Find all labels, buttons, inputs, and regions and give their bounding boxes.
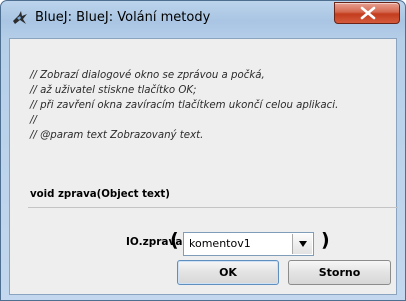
chevron-down-icon: [299, 241, 307, 247]
dropdown-button[interactable]: [292, 234, 312, 254]
cancel-button[interactable]: Storno: [288, 260, 391, 285]
close-paren: ): [321, 229, 330, 251]
divider: [28, 207, 398, 208]
comment-line: //: [30, 115, 37, 126]
comment-line: // Zobrazí dialogové okno se zprávou a p…: [30, 70, 265, 81]
close-icon: [360, 6, 376, 20]
comment-line: // při zavření okna zavíracím tlačítkem …: [30, 100, 339, 111]
method-comment: // Zobrazí dialogové okno se zprávou a p…: [30, 68, 400, 143]
comment-line: // @param text Zobrazovaný text.: [30, 130, 204, 141]
window-title: BlueJ: BlueJ: Volání metody: [35, 10, 211, 25]
argument-value[interactable]: komentov1: [189, 237, 251, 250]
title-bar[interactable]: BlueJ: BlueJ: Volání metody: [1, 1, 405, 35]
comment-line: // až uživatel stiskne tlačítko OK;: [30, 85, 197, 96]
argument-combobox[interactable]: komentov1: [183, 232, 314, 256]
method-signature: void zprava(Object text): [30, 189, 170, 200]
dialog-window: BlueJ: BlueJ: Volání metody // Zobrazí d…: [0, 0, 406, 301]
dialog-content: // Zobrazí dialogové okno se zprávou a p…: [9, 38, 400, 295]
bluej-bird-icon: [11, 9, 29, 27]
close-button[interactable]: [334, 2, 400, 24]
open-paren: (: [170, 229, 179, 251]
ok-button[interactable]: OK: [177, 260, 279, 285]
